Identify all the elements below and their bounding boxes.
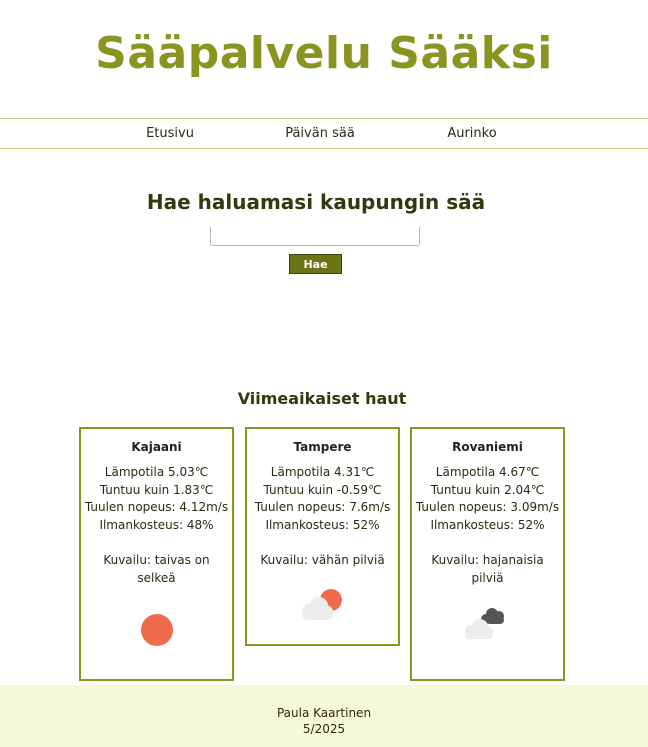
card-description: Kuvailu: vähän pilviä xyxy=(260,552,385,567)
search-button[interactable]: Hae xyxy=(289,254,342,274)
sun-icon xyxy=(140,614,173,647)
recent-searches-heading: Viimeaikaiset haut xyxy=(237,389,407,408)
card-feels-like: Tuntuu kuin -0.59℃ xyxy=(263,482,382,497)
nav-item-paivan-saa[interactable]: Päivän sää xyxy=(285,126,355,141)
card-humidity: Ilmankosteus: 52% xyxy=(265,518,380,533)
page-footer: Paula Kaartinen 5/2025 xyxy=(0,685,648,747)
sun-behind-cloud-icon xyxy=(301,588,342,620)
main-nav: Etusivu Päivän sää Aurinko xyxy=(0,118,648,149)
city-search-input[interactable] xyxy=(210,227,420,246)
weather-card-kajaani: Kajaani Lämpotila 5.03℃ Tuntuu kuin 1.83… xyxy=(79,427,234,681)
card-temperature: Lämpotila 5.03℃ xyxy=(104,465,209,479)
card-feels-like: Tuntuu kuin 2.04℃ xyxy=(430,482,545,497)
card-city: Tampere xyxy=(293,440,352,454)
card-description: Kuvailu: taivas on selkeä xyxy=(103,552,210,585)
card-wind: Tuulen nopeus: 3.09m/s xyxy=(415,500,560,515)
card-temperature: Lämpotila 4.31℃ xyxy=(270,465,375,479)
card-wind: Tuulen nopeus: 4.12m/s xyxy=(84,500,229,515)
nav-item-aurinko[interactable]: Aurinko xyxy=(447,126,496,141)
card-info: Lämpotila 4.67℃ Tuntuu kuin 2.04℃ Tuulen… xyxy=(412,464,563,535)
footer-date: 5/2025 xyxy=(302,722,346,736)
site-title: Sääpalvelu Sääksi xyxy=(95,28,553,79)
card-info: Lämpotila 4.31℃ Tuntuu kuin -0.59℃ Tuule… xyxy=(247,464,398,535)
card-city: Kajaani xyxy=(131,440,182,454)
card-description: Kuvailu: hajanaisia pilviä xyxy=(431,552,544,585)
card-feels-like: Tuntuu kuin 1.83℃ xyxy=(99,482,214,497)
nav-item-etusivu[interactable]: Etusivu xyxy=(146,126,194,141)
footer-author: Paula Kaartinen xyxy=(276,706,372,720)
card-city: Rovaniemi xyxy=(452,440,523,454)
card-temperature: Lämpotila 4.67℃ xyxy=(435,465,540,479)
card-info: Lämpotila 5.03℃ Tuntuu kuin 1.83℃ Tuulen… xyxy=(81,464,232,535)
card-wind: Tuulen nopeus: 7.6m/s xyxy=(254,500,391,515)
search-heading: Hae haluamasi kaupungin sää xyxy=(146,190,486,214)
weather-card-tampere: Tampere Lämpotila 4.31℃ Tuntuu kuin -0.5… xyxy=(245,427,400,646)
scattered-clouds-icon xyxy=(464,608,504,640)
card-humidity: Ilmankosteus: 48% xyxy=(99,518,214,533)
weather-card-rovaniemi: Rovaniemi Lämpotila 4.67℃ Tuntuu kuin 2.… xyxy=(410,427,565,681)
card-humidity: Ilmankosteus: 52% xyxy=(430,518,545,533)
